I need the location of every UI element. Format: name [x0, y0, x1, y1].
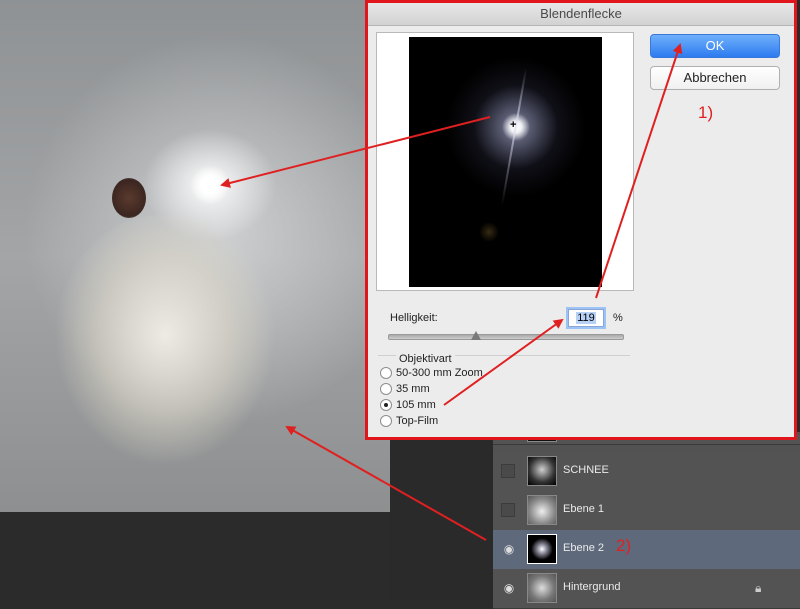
flare-streak — [500, 67, 528, 207]
eye-icon[interactable]: ◉ — [501, 542, 517, 556]
lens-flare-glow — [190, 165, 230, 205]
lens-option-label: 35 mm — [396, 383, 430, 396]
dancer-figure — [55, 215, 275, 475]
lens-option-105mm[interactable]: 105 mm — [380, 399, 436, 415]
layer-row-schnee[interactable]: SCHNEE — [493, 452, 800, 492]
lens-type-label: Objektivart — [396, 353, 455, 365]
layer-thumbnail — [527, 534, 557, 564]
layers-panel: SCHNEE Ebene 1 ◉ Ebene 2 ◉ Hintergrund 🔒… — [493, 432, 800, 609]
layer-name: Ebene 2 — [563, 542, 604, 554]
step-1-annotation: 1) — [698, 103, 714, 122]
visibility-toggle[interactable] — [501, 503, 515, 517]
cancel-button[interactable]: Abbrechen — [650, 66, 780, 90]
layer-row-ebene-2[interactable]: ◉ Ebene 2 — [493, 530, 800, 570]
layer-row-ebene-1[interactable]: Ebene 1 — [493, 491, 800, 531]
layer-name: Ebene 1 — [563, 503, 604, 515]
lens-option-label: Top-Film — [396, 415, 439, 428]
brightness-label: Helligkeit: — [390, 312, 438, 324]
step-2-annotation: 2) — [616, 536, 632, 555]
eye-icon[interactable]: ◉ — [501, 581, 517, 595]
lens-flare-dialog: Blendenflecke + OK Abbrechen 1) Helligke… — [365, 0, 797, 440]
radio-button[interactable] — [380, 383, 392, 396]
radio-button[interactable] — [380, 367, 392, 380]
layer-name: SCHNEE — [563, 464, 609, 476]
layer-thumbnail — [527, 573, 557, 603]
brightness-slider-track[interactable] — [388, 334, 624, 340]
brightness-input[interactable]: 119 — [568, 309, 604, 327]
ok-button[interactable]: OK — [650, 34, 780, 58]
lens-option-label: 105 mm — [396, 399, 436, 412]
layer-row-hintergrund[interactable]: ◉ Hintergrund 🔒︎ — [493, 569, 800, 609]
lens-option-35mm[interactable]: 35 mm — [380, 383, 430, 399]
flare-preview-image[interactable]: + — [409, 37, 602, 287]
layer-thumbnail — [527, 495, 557, 525]
visibility-toggle[interactable] — [501, 464, 515, 478]
lens-option-label: 50-300 mm Zoom — [396, 367, 483, 380]
lock-icon: 🔒︎ — [755, 581, 762, 595]
radio-button-selected[interactable] — [380, 399, 392, 412]
crosshair-icon[interactable]: + — [510, 120, 516, 131]
dialog-title: Blendenflecke — [368, 3, 794, 26]
layer-thumbnail — [527, 456, 557, 486]
canvas-photo[interactable] — [0, 0, 390, 512]
percent-label: % — [613, 312, 623, 324]
brightness-slider-thumb[interactable] — [470, 331, 481, 340]
brightness-value: 119 — [576, 312, 596, 324]
flare-preview-frame: + — [376, 32, 634, 291]
lens-option-top-film[interactable]: Top-Film — [380, 415, 438, 431]
lens-option-zoom[interactable]: 50-300 mm Zoom — [380, 367, 483, 383]
radio-button[interactable] — [380, 415, 392, 428]
dancer-head — [112, 178, 146, 218]
layer-name: Hintergrund — [563, 581, 621, 593]
